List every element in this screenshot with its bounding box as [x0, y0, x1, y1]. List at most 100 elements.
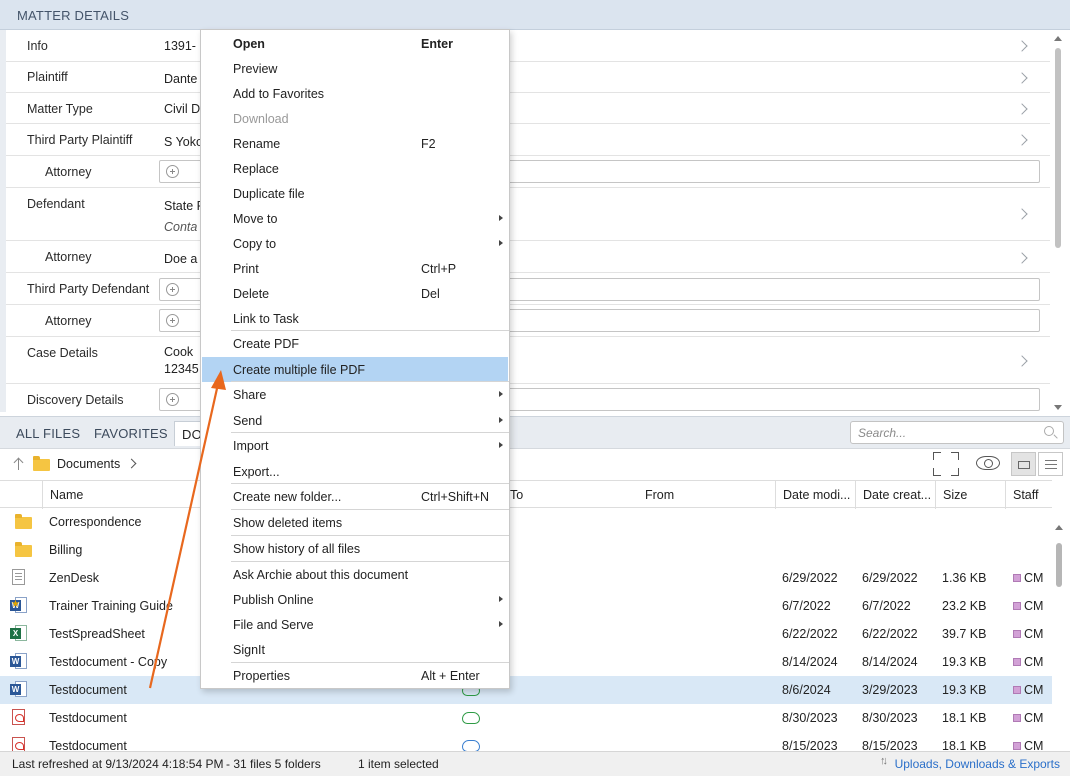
cloud-icon[interactable]: [462, 740, 480, 751]
menu-item-add-to-favorites[interactable]: Add to Favorites: [202, 81, 508, 106]
matter-row-case-details[interactable]: Case Details Cook 12345: [6, 337, 1050, 384]
menu-item-file-and-serve[interactable]: File and Serve: [202, 612, 508, 637]
column-date-created[interactable]: Date creat...: [863, 488, 931, 502]
date-created: 6/7/2022: [862, 599, 911, 613]
column-separator[interactable]: [855, 481, 856, 509]
table-row-selected[interactable]: W Testdocument 8/6/2024 3/29/2023 19.3 K…: [0, 676, 1052, 704]
scroll-up-icon[interactable]: [1055, 525, 1063, 530]
date-created: 6/22/2022: [862, 627, 918, 641]
table-row[interactable]: ZenDesk 6/29/2022 6/29/2022 1.36 KB CM: [0, 564, 1052, 592]
menu-item-show-deleted-items[interactable]: Show deleted items: [202, 510, 508, 535]
add-icon[interactable]: [166, 314, 179, 327]
chevron-right-icon[interactable]: [1016, 355, 1028, 367]
column-name[interactable]: Name: [50, 488, 83, 502]
menu-item-export[interactable]: Export...: [202, 459, 508, 484]
scroll-down-icon[interactable]: [1054, 405, 1062, 410]
menu-item-replace[interactable]: Replace: [202, 156, 508, 181]
column-separator[interactable]: [775, 481, 776, 509]
column-staff[interactable]: Staff: [1013, 488, 1038, 502]
add-icon[interactable]: [166, 165, 179, 178]
menu-item-create-new-folder[interactable]: Create new folder... Ctrl+Shift+N: [202, 484, 508, 509]
menu-item-publish-online[interactable]: Publish Online: [202, 587, 508, 612]
staff: CM: [1024, 627, 1044, 641]
uploads-downloads-link[interactable]: Uploads, Downloads & Exports: [895, 757, 1060, 771]
column-size[interactable]: Size: [943, 488, 967, 502]
scroll-thumb[interactable]: [1055, 48, 1061, 248]
sync-cloud-icon[interactable]: [462, 712, 480, 724]
chevron-right-icon[interactable]: [126, 458, 137, 469]
menu-item-duplicate-file[interactable]: Duplicate file: [202, 181, 508, 206]
table-row[interactable]: Correspondence: [0, 508, 1052, 536]
scroll-up-icon[interactable]: [1054, 36, 1062, 41]
add-icon[interactable]: [166, 283, 179, 296]
menu-item-link-to-task[interactable]: Link to Task: [202, 306, 508, 331]
menu-item-copy-to[interactable]: Copy to: [202, 231, 508, 256]
breadcrumb-folder[interactable]: Documents: [57, 457, 120, 471]
eye-icon[interactable]: [976, 456, 1000, 470]
menu-item-import[interactable]: Import: [202, 433, 508, 458]
menu-item-properties[interactable]: Properties Alt + Enter: [202, 663, 508, 688]
table-row[interactable]: W Testdocument - Copy 8/14/2024 8/14/202…: [0, 648, 1052, 676]
table-row[interactable]: X TestSpreadSheet 6/22/2022 6/22/2022 39…: [0, 620, 1052, 648]
matter-row-info[interactable]: Info 1391-: [6, 30, 1050, 62]
menu-item-rename[interactable]: Rename F2: [202, 131, 508, 156]
menu-item-create-multiple-file-pdf[interactable]: Create multiple file PDF: [202, 357, 508, 382]
folder-view-button[interactable]: [1011, 452, 1036, 476]
column-from[interactable]: From: [645, 488, 674, 502]
chevron-right-icon[interactable]: [1016, 134, 1028, 146]
column-separator[interactable]: [935, 481, 936, 509]
menu-item-show-history-of-all-files[interactable]: Show history of all files: [202, 536, 508, 561]
matter-label: Third Party Plaintiff: [27, 133, 133, 147]
menu-item-preview[interactable]: Preview: [202, 56, 508, 81]
folder-icon: [15, 542, 32, 557]
table-row[interactable]: Testdocument 8/30/2023 8/30/2023 18.1 KB…: [0, 704, 1052, 732]
matter-row-attorney[interactable]: Attorney Doe a: [6, 241, 1050, 273]
expand-icon[interactable]: [933, 452, 959, 476]
menu-item-create-pdf[interactable]: Create PDF: [202, 331, 508, 356]
list-view-button[interactable]: [1038, 452, 1063, 476]
matter-details-header[interactable]: MATTER DETAILS: [0, 0, 1070, 30]
menu-item-share[interactable]: Share: [202, 382, 508, 407]
matter-row-defendant[interactable]: Defendant State F Conta: [6, 188, 1050, 241]
matter-row-third-party-plaintiff[interactable]: Third Party Plaintiff S Yoko: [6, 124, 1050, 156]
menu-item-signit[interactable]: SignIt: [202, 637, 508, 662]
submenu-arrow-icon: [499, 391, 503, 397]
column-separator[interactable]: [42, 481, 43, 509]
matter-row-matter-type[interactable]: Matter Type Civil D: [6, 93, 1050, 124]
table-row[interactable]: W ★ Trainer Training Guide 6/7/2022 6/7/…: [0, 592, 1052, 620]
tab-favorites[interactable]: FAVORITES: [94, 426, 168, 441]
up-arrow-icon[interactable]: [13, 457, 25, 471]
file-count-text: - 31 files 5 folders: [226, 757, 321, 771]
list-icon-line: [1045, 464, 1057, 466]
chevron-right-icon[interactable]: [1016, 208, 1028, 220]
search-icon[interactable]: [1044, 426, 1054, 436]
add-icon[interactable]: [166, 393, 179, 406]
table-row[interactable]: Billing: [0, 536, 1052, 564]
menu-item-label: Add to Favorites: [233, 87, 325, 101]
menu-item-shortcut: Enter: [421, 37, 453, 51]
table-row[interactable]: Testdocument 8/15/2023 8/15/2023 18.1 KB…: [0, 732, 1052, 751]
chevron-right-icon[interactable]: [1016, 252, 1028, 264]
menu-item-print[interactable]: Print Ctrl+P: [202, 256, 508, 281]
tab-all-files[interactable]: ALL FILES: [16, 426, 80, 441]
column-date-modified[interactable]: Date modi...: [783, 488, 850, 502]
date-created: 8/30/2023: [862, 711, 918, 725]
matter-details-scrollbar[interactable]: [1052, 34, 1064, 410]
column-to[interactable]: To: [510, 488, 523, 502]
matter-row-plaintiff[interactable]: Plaintiff Dante: [6, 62, 1050, 93]
menu-item-shortcut: F2: [421, 137, 436, 151]
menu-item-open[interactable]: Open Enter: [202, 31, 508, 56]
chevron-right-icon[interactable]: [1016, 72, 1028, 84]
search-input[interactable]: Search...: [850, 421, 1064, 444]
menu-item-delete[interactable]: Delete Del: [202, 281, 508, 306]
file-grid-scrollbar[interactable]: [1052, 509, 1066, 749]
menu-item-label: Preview: [233, 62, 278, 76]
menu-item-ask-archie-about-this-document[interactable]: Ask Archie about this document: [202, 562, 508, 587]
menu-item-move-to[interactable]: Move to: [202, 206, 508, 231]
column-separator[interactable]: [1005, 481, 1006, 509]
chevron-right-icon[interactable]: [1016, 103, 1028, 115]
scroll-thumb[interactable]: [1056, 543, 1062, 587]
menu-item-send[interactable]: Send: [202, 408, 508, 433]
chevron-right-icon[interactable]: [1016, 40, 1028, 52]
submenu-arrow-icon: [499, 621, 503, 627]
